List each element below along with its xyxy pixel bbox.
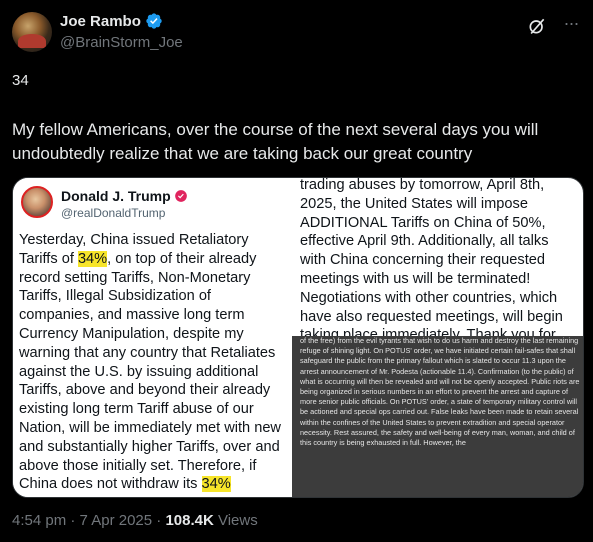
grok-icon[interactable]	[527, 16, 547, 36]
embedded-avatar	[21, 186, 53, 218]
text-segment: , on top of their already record setting…	[19, 250, 281, 493]
embedded-post-continuation: trading abuses by tomorrow, April 8th, 2…	[292, 178, 583, 336]
more-icon[interactable]: ···	[561, 14, 581, 36]
verified-badge-icon	[146, 13, 162, 29]
embedded-display-name: Donald J. Trump	[61, 188, 171, 204]
views-count: 108.4K	[165, 512, 214, 529]
continuation-text: trading abuses by tomorrow, April 8th, 2…	[300, 178, 563, 336]
meta-separator: ·	[66, 512, 80, 529]
dark-screenshot-text: of the free) from the evil tyrants that …	[300, 336, 580, 448]
views-label: Views	[213, 512, 258, 529]
post-date[interactable]: 7 Apr 2025	[80, 512, 153, 529]
embedded-screenshot-left[interactable]: Donald J. Trump @realDonaldTrump Yesterd…	[13, 178, 291, 497]
embedded-verified-icon	[174, 190, 187, 202]
embedded-post-text: Yesterday, China issued Retaliatory Tari…	[19, 231, 281, 494]
highlight-percent: 34%	[77, 250, 108, 267]
embedded-screenshot-right[interactable]: trading abuses by tomorrow, April 8th, 2…	[292, 178, 583, 497]
post-meta: 4:54 pm · 7 Apr 2025 · 108.4K Views	[12, 512, 258, 529]
highlight-percent: 34%	[201, 476, 231, 493]
author-name-row: Joe Rambo	[60, 12, 163, 30]
post-time[interactable]: 4:54 pm	[12, 512, 66, 529]
embedded-dark-text-screenshot: of the free) from the evil tyrants that …	[292, 336, 583, 497]
author-display-name[interactable]: Joe Rambo	[60, 13, 141, 30]
embedded-handle: @realDonaldTrump	[61, 206, 166, 220]
post-text: My fellow Americans, over the course of …	[12, 120, 539, 163]
embedded-name-row: Donald J. Trump	[61, 188, 188, 204]
post-text-line1: 34	[12, 72, 29, 89]
author-handle[interactable]: @BrainStorm_Joe	[60, 34, 183, 51]
avatar[interactable]	[12, 12, 52, 52]
post-media[interactable]: Donald J. Trump @realDonaldTrump Yesterd…	[12, 177, 584, 498]
meta-separator: ·	[152, 512, 166, 529]
